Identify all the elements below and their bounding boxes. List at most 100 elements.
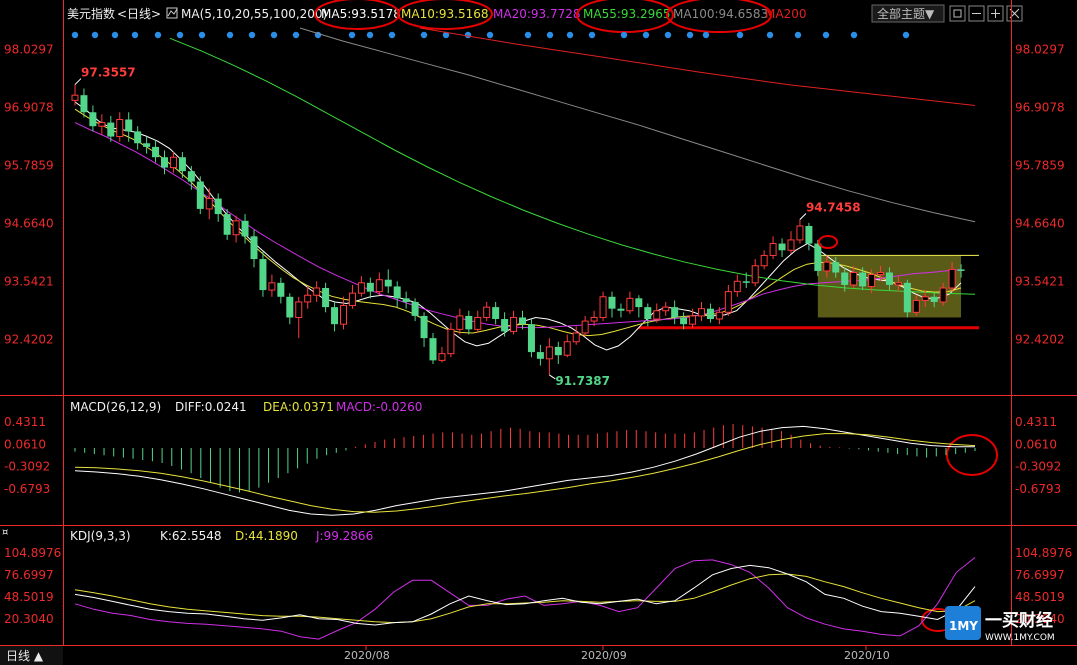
- candle-down: [259, 259, 267, 291]
- price-panel: 98.0297 98.0297 96.9078 96.9078 95.7859 95.78…: [4, 27, 1065, 388]
- ma-params: MA(5,10,20,55,100,200): [181, 7, 327, 21]
- brand-url: WWW.1MY.COM: [985, 633, 1055, 643]
- kdj-y-tick-right: 104.8976: [1015, 546, 1072, 560]
- period-label[interactable]: 日线 ▲: [6, 649, 44, 663]
- signal-dot: [366, 31, 374, 39]
- candle-up: [304, 294, 312, 303]
- indicator-toggle-icon[interactable]: [166, 7, 178, 19]
- signal-dot: [642, 31, 650, 39]
- candle-down: [859, 272, 867, 287]
- theme-button[interactable]: 全部主题▼: [871, 4, 945, 23]
- candle-up: [715, 311, 723, 320]
- candle-down: [214, 198, 222, 215]
- candle-up: [823, 261, 831, 272]
- candle-down: [957, 269, 965, 271]
- price-y-tick-left: 92.4202: [4, 333, 54, 347]
- ma5-value: MA5:93.5178: [321, 7, 401, 21]
- signal-dot: [464, 31, 472, 39]
- signal-dot: [71, 31, 79, 39]
- chart-frame: [0, 0, 1077, 646]
- candle-down: [277, 282, 285, 297]
- chart-canvas: 美元指数 <日线> MA(5,10,20,55,100,200) MA5:93.…: [0, 0, 1077, 665]
- price-y-tick-right: 98.0297: [1015, 43, 1065, 57]
- signal-dot: [822, 31, 830, 39]
- macd-panel: MACD(26,12,9) DIFF:0.0241 DEA:0.0371 MAC…: [4, 400, 1061, 516]
- candle-down: [384, 279, 392, 287]
- brand-watermark: 1MY 一买财经 WWW.1MY.COM: [945, 606, 1055, 643]
- candle-up: [733, 280, 741, 293]
- candle-down: [706, 308, 714, 320]
- signal-dot: [686, 31, 694, 39]
- kdj-y-tick-left: 104.8976: [4, 546, 61, 560]
- zoom-in-icon[interactable]: [987, 5, 1004, 22]
- signal-dot: [198, 31, 206, 39]
- price-y-tick-left: 98.0297: [4, 43, 54, 57]
- macd-y-tick-left: -0.3092: [4, 460, 50, 474]
- ma100-line: [299, 27, 976, 223]
- candle-up: [894, 282, 902, 286]
- candle-up: [581, 320, 589, 334]
- close-icon[interactable]: [1006, 5, 1023, 22]
- candle-down: [635, 298, 643, 308]
- candle-down: [429, 338, 437, 361]
- candle-down: [465, 315, 473, 330]
- signal-dot: [388, 31, 396, 39]
- candle-down: [805, 225, 813, 244]
- ma10-value: MA10:93.5168: [401, 7, 489, 21]
- kdj-title: KDJ(9,3,3): [70, 529, 131, 543]
- kdj-y-tick-right: 76.6997: [1015, 568, 1065, 582]
- signal-dot: [111, 31, 119, 39]
- candle-up: [599, 296, 607, 318]
- signal-dot: [702, 31, 710, 39]
- candle-up: [340, 305, 347, 325]
- brand-name: 一买财经: [985, 610, 1053, 631]
- candle-down: [250, 236, 258, 260]
- signal-dot: [176, 31, 184, 39]
- price-y-tick-right: 92.4202: [1015, 333, 1065, 347]
- macd-cross-highlight: [946, 434, 998, 476]
- candle-up: [724, 291, 732, 313]
- candle-up: [98, 122, 106, 127]
- candle-down: [501, 319, 509, 332]
- candle-down: [286, 296, 294, 318]
- candle-up: [563, 341, 571, 356]
- candle-up: [850, 271, 858, 286]
- candle-up: [295, 301, 303, 318]
- kdj-j-line: [74, 557, 976, 640]
- candle-down: [161, 157, 168, 168]
- candle-down: [420, 315, 428, 339]
- candle-down: [841, 272, 849, 285]
- signal-dot: [850, 31, 858, 39]
- candle-up: [483, 306, 491, 318]
- period-tag[interactable]: <日线>: [117, 7, 161, 21]
- kdj-d-line: [74, 573, 976, 624]
- price-y-tick-right: 95.7859: [1015, 159, 1065, 173]
- candle-down: [223, 214, 231, 235]
- kdj-y-tick-left: 76.6997: [4, 568, 54, 582]
- ma55-value: MA55:93.2965: [583, 7, 671, 21]
- candle-up: [116, 118, 124, 138]
- chart-settings-icon[interactable]: [949, 5, 966, 22]
- macd-title: MACD(26,12,9): [70, 400, 161, 414]
- ma20-value: MA20:93.7728: [493, 7, 581, 21]
- candle-up: [662, 306, 670, 312]
- macd-y-tick-right: 0.0610: [1015, 437, 1057, 451]
- candle-up: [787, 239, 795, 251]
- candle-up: [751, 265, 759, 284]
- candle-down: [608, 296, 616, 309]
- candle-up: [921, 296, 929, 301]
- candle-down: [885, 272, 893, 285]
- signal-dot: [91, 31, 99, 39]
- candle-up: [71, 94, 79, 101]
- zoom-out-icon[interactable]: [968, 5, 985, 22]
- candle-up: [912, 299, 920, 313]
- price-y-tick-right: 96.9078: [1015, 101, 1065, 115]
- macd-diff-value: DIFF:0.0241: [175, 400, 247, 414]
- ma200-line: [419, 27, 976, 106]
- price-y-tick-left: 95.7859: [4, 159, 54, 173]
- panel-marker-icon: ¤: [2, 527, 8, 538]
- candle-up: [868, 274, 876, 287]
- candle-down: [680, 317, 688, 325]
- candle-down: [143, 143, 151, 147]
- candle-up: [948, 268, 956, 289]
